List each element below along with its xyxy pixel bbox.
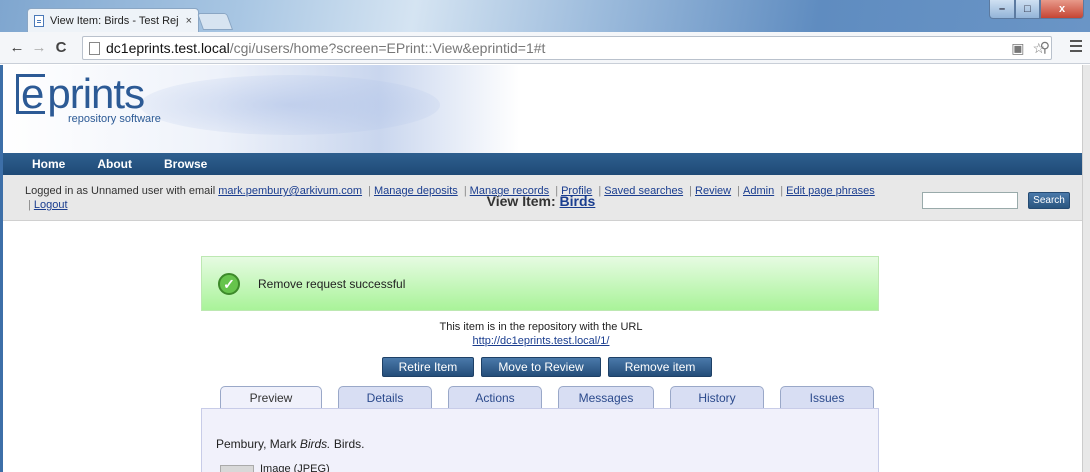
- document-type: Image (JPEG): [260, 463, 330, 472]
- success-message: ✓ Remove request successful: [201, 256, 879, 311]
- extension-icon[interactable]: ⚲: [1040, 39, 1050, 56]
- menu-home[interactable]: Home: [32, 157, 65, 171]
- remove-item-button[interactable]: Remove item: [607, 357, 713, 377]
- message-text: Remove request successful: [258, 277, 406, 291]
- url-info: This item is in the repository with the …: [439, 321, 643, 347]
- image-thumbnail[interactable]: [220, 465, 254, 472]
- browser-tab[interactable]: View Item: Birds - Test Rej ×: [27, 8, 199, 32]
- browser-toolbar: ← → C dc1eprints.test.local/cgi/users/ho…: [0, 32, 1090, 64]
- item-title-link[interactable]: Birds: [560, 193, 596, 209]
- action-buttons: Retire Item Move to Review Remove item: [0, 357, 1082, 377]
- tab-issues[interactable]: Issues: [780, 386, 874, 409]
- maximize-button[interactable]: □: [1015, 0, 1040, 19]
- logo-tagline: repository software: [68, 113, 161, 125]
- left-edge-decoration: [0, 65, 3, 472]
- item-tabs: Preview Details Actions Messages History…: [220, 386, 890, 409]
- page-title: View Item: Birds: [486, 193, 596, 209]
- url-host: dc1eprints.test.local: [106, 40, 230, 56]
- tab-close-icon[interactable]: ×: [186, 15, 192, 27]
- site-header: eprints repository software: [0, 65, 1082, 153]
- page-action-icon[interactable]: ▣: [1011, 40, 1024, 57]
- eprints-logo[interactable]: eprints repository software: [16, 71, 161, 125]
- forward-arrow-icon[interactable]: →: [28, 39, 50, 56]
- preview-panel: Pembury, Mark Birds. Birds. Image (JPEG): [201, 408, 879, 472]
- page-icon: [34, 14, 44, 27]
- tab-history[interactable]: History: [670, 386, 764, 409]
- minimize-button[interactable]: –: [989, 0, 1015, 19]
- item-url-link[interactable]: http://dc1eprints.test.local/1/: [473, 335, 610, 347]
- main-menu: Home About Browse: [0, 153, 1082, 175]
- back-arrow-icon[interactable]: ←: [6, 39, 28, 56]
- menu-about[interactable]: About: [97, 157, 132, 171]
- chrome-menu-icon[interactable]: [1070, 40, 1082, 55]
- menu-browse[interactable]: Browse: [164, 157, 207, 171]
- banner-decoration: [140, 75, 440, 135]
- tab-preview[interactable]: Preview: [220, 386, 322, 409]
- window-titlebar: View Item: Birds - Test Rej × – □ x: [0, 0, 1090, 32]
- tab-details[interactable]: Details: [338, 386, 432, 409]
- vertical-scrollbar[interactable]: [1082, 65, 1090, 472]
- tab-messages[interactable]: Messages: [558, 386, 654, 409]
- new-tab-button[interactable]: [196, 13, 234, 30]
- reload-icon[interactable]: C: [50, 39, 72, 56]
- window-controls: – □ x: [989, 0, 1084, 19]
- tab-title: View Item: Birds - Test Rej: [50, 14, 179, 27]
- move-to-review-button[interactable]: Move to Review: [481, 357, 601, 377]
- close-window-button[interactable]: x: [1040, 0, 1084, 19]
- tab-actions[interactable]: Actions: [448, 386, 542, 409]
- url-path: /cgi/users/home?screen=EPrint::View&epri…: [229, 40, 546, 56]
- retire-item-button[interactable]: Retire Item: [381, 357, 475, 377]
- address-bar[interactable]: dc1eprints.test.local/cgi/users/home?scr…: [82, 36, 1052, 60]
- page-viewport: eprints repository software Home About B…: [0, 65, 1082, 472]
- checkmark-icon: ✓: [218, 273, 240, 295]
- citation: Pembury, Mark Birds. Birds.: [216, 437, 365, 451]
- page-info-icon[interactable]: [89, 41, 100, 55]
